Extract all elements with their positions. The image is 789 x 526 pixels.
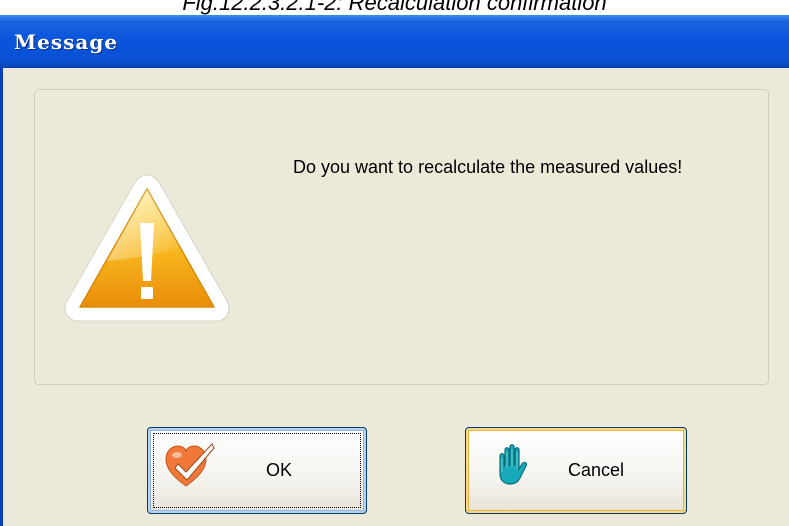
ok-button[interactable]: OK [147, 427, 367, 514]
cancel-button[interactable]: Cancel [465, 427, 687, 514]
title-bar[interactable]: Message [0, 15, 789, 68]
figure-caption-text: Fig.12.2.3.2.1-2: Recalculation confirma… [182, 0, 607, 15]
checkmark-heart-icon [165, 443, 215, 487]
hand-icon [499, 444, 528, 485]
warning-icon [64, 174, 230, 322]
ok-button-label: OK [266, 460, 293, 480]
window-title: Message [14, 30, 119, 54]
figure-caption: Fig.12.2.3.2.1-2: Recalculation confirma… [0, 0, 789, 16]
cancel-button-label: Cancel [568, 460, 625, 480]
dialog-message: Do you want to recalculate the measured … [293, 157, 683, 177]
